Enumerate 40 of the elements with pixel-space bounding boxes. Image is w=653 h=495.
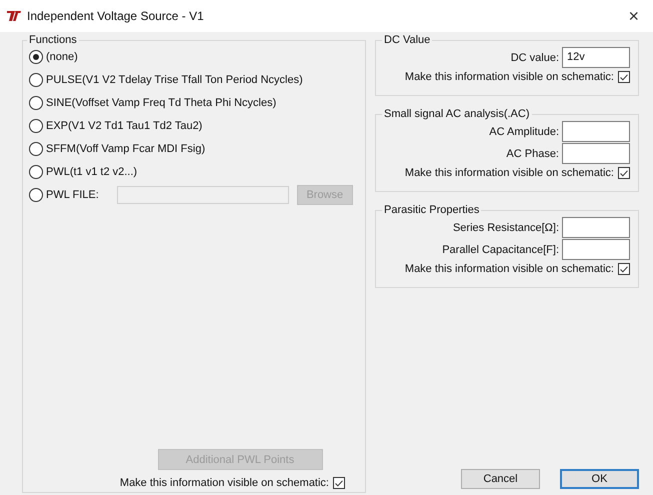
option-label: EXP(V1 V2 Td1 Tau1 Td2 Tau2) [46, 120, 202, 132]
input-field[interactable] [562, 239, 630, 260]
field-label: Parallel Capacitance[F]: [442, 244, 559, 256]
input-field[interactable] [562, 121, 630, 142]
window-title: Independent Voltage Source - V1 [27, 9, 205, 23]
field-label: DC value: [510, 52, 559, 64]
radio-button[interactable] [29, 50, 43, 64]
radio-button[interactable] [29, 119, 43, 133]
option-label: SINE(Voffset Vamp Freq Td Theta Phi Ncycles) [46, 97, 276, 109]
field-label: AC Phase: [506, 148, 559, 160]
group-title: DC Value [383, 34, 432, 46]
radio-button[interactable] [29, 142, 43, 156]
option-label: PWL(t1 v1 t2 v2...) [46, 166, 138, 178]
checkbox[interactable] [618, 71, 630, 83]
app-logo-icon [6, 10, 22, 22]
cancel-button[interactable]: Cancel [461, 469, 540, 489]
group-title: Functions [28, 34, 78, 46]
checkbox-label: Make this information visible on schematic: [404, 71, 614, 83]
checkbox-label: Make this information visible on schematic: [404, 263, 614, 275]
option-label: (none) [46, 51, 78, 63]
group-title: Small signal AC analysis(.AC) [383, 108, 530, 120]
ok-button[interactable]: OK [560, 469, 639, 489]
close-button[interactable]: × [628, 6, 639, 26]
input-field[interactable] [562, 143, 630, 164]
checkbox[interactable] [618, 263, 630, 275]
radio-button[interactable] [29, 165, 43, 179]
input-field[interactable] [562, 217, 630, 238]
option-label: PULSE(V1 V2 Tdelay Trise Tfall Ton Period Ncycles) [46, 74, 303, 86]
checkbox-label: Make this information visible on schematic: [404, 167, 614, 179]
field-label: AC Amplitude: [489, 126, 559, 138]
radio-button[interactable] [29, 73, 43, 87]
radio-button[interactable] [29, 96, 43, 110]
checkbox[interactable] [618, 167, 630, 179]
checkbox-label: Make this information visible on schematic: [120, 477, 329, 489]
option-label: PWL FILE: [46, 189, 99, 201]
option-label: SFFM(Voff Vamp Fcar MDI Fsig) [46, 143, 206, 155]
checkbox[interactable] [333, 477, 345, 489]
group-title: Parasitic Properties [383, 204, 480, 216]
input-field[interactable]: 12v [562, 47, 630, 68]
field-label: Series Resistance[Ω]: [452, 222, 559, 234]
